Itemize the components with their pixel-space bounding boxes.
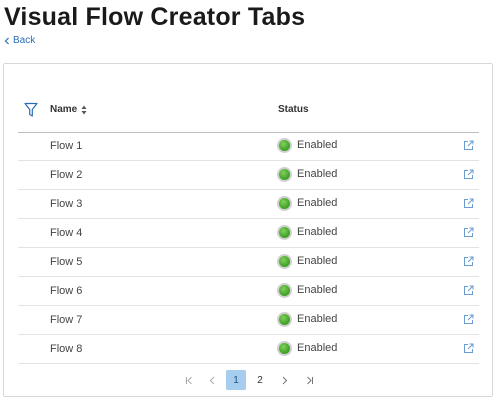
flow-name: Flow 3	[50, 198, 83, 210]
page-button-1[interactable]: 1	[226, 370, 246, 390]
open-external-icon[interactable]	[463, 285, 474, 296]
last-page-button[interactable]	[299, 370, 319, 390]
status-cell: Enabled	[277, 225, 337, 240]
status-indicator-icon	[277, 138, 292, 153]
status-indicator-icon	[277, 225, 292, 240]
status-label: Enabled	[297, 284, 338, 296]
open-external-icon[interactable]	[463, 314, 474, 325]
table-row[interactable]: Flow 8 Enabled	[18, 335, 479, 364]
status-indicator-icon	[277, 283, 292, 298]
status-cell: Enabled	[277, 312, 337, 327]
page-title: Visual Flow Creator Tabs	[4, 3, 306, 31]
back-link[interactable]: Back	[4, 35, 35, 47]
page-button-2[interactable]: 2	[250, 370, 270, 390]
pagination: 1 2	[4, 370, 492, 390]
status-indicator-icon	[277, 312, 292, 327]
table-row[interactable]: Flow 1 Enabled	[18, 132, 479, 161]
status-label: Enabled	[297, 197, 338, 209]
first-page-button[interactable]	[179, 370, 199, 390]
next-page-button[interactable]	[274, 370, 294, 390]
flow-name: Flow 7	[50, 314, 83, 326]
flow-name: Flow 8	[50, 343, 83, 355]
table-row[interactable]: Flow 2 Enabled	[18, 161, 479, 190]
first-page-icon	[185, 376, 192, 384]
table-row[interactable]: Flow 4 Enabled	[18, 219, 479, 248]
flow-name: Flow 1	[50, 140, 83, 152]
flows-table-panel: Name Status Flow 1 Enabled Flow 2 Enable…	[3, 63, 493, 397]
status-label: Enabled	[297, 255, 338, 267]
status-indicator-icon	[277, 254, 292, 269]
status-label: Enabled	[297, 313, 338, 325]
table-row[interactable]: Flow 3 Enabled	[18, 190, 479, 219]
table-row[interactable]: Flow 7 Enabled	[18, 306, 479, 335]
status-cell: Enabled	[277, 167, 337, 182]
table-header: Name Status	[18, 90, 479, 133]
status-label: Enabled	[297, 139, 338, 151]
status-cell: Enabled	[277, 138, 337, 153]
status-cell: Enabled	[277, 254, 337, 269]
open-external-icon[interactable]	[463, 169, 474, 180]
flow-name: Flow 2	[50, 169, 83, 181]
status-cell: Enabled	[277, 196, 337, 211]
prev-page-button[interactable]	[202, 370, 222, 390]
prev-page-icon	[209, 376, 214, 384]
status-label: Enabled	[297, 226, 338, 238]
open-external-icon[interactable]	[463, 227, 474, 238]
chevron-left-icon	[4, 37, 9, 45]
page: Visual Flow Creator Tabs Back Name Statu…	[0, 0, 498, 401]
open-external-icon[interactable]	[463, 256, 474, 267]
column-header-name[interactable]: Name	[50, 104, 87, 116]
open-external-icon[interactable]	[463, 343, 474, 354]
last-page-icon	[306, 376, 313, 384]
status-cell: Enabled	[277, 341, 337, 356]
sort-icon	[81, 105, 87, 115]
status-indicator-icon	[277, 341, 292, 356]
status-label: Enabled	[297, 342, 338, 354]
column-header-name-label: Name	[50, 104, 78, 115]
flow-name: Flow 5	[50, 256, 83, 268]
flow-name: Flow 6	[50, 285, 83, 297]
open-external-icon[interactable]	[463, 198, 474, 209]
table-body: Flow 1 Enabled Flow 2 Enabled Flow 3 Ena…	[18, 132, 479, 364]
status-label: Enabled	[297, 168, 338, 180]
status-indicator-icon	[277, 167, 292, 182]
filter-icon[interactable]	[24, 102, 38, 118]
back-label: Back	[13, 35, 36, 46]
flow-name: Flow 4	[50, 227, 83, 239]
table-row[interactable]: Flow 5 Enabled	[18, 248, 479, 277]
status-cell: Enabled	[277, 283, 337, 298]
open-external-icon[interactable]	[463, 140, 474, 151]
status-indicator-icon	[277, 196, 292, 211]
next-page-icon	[282, 376, 287, 384]
column-header-status: Status	[278, 104, 309, 115]
table-row[interactable]: Flow 6 Enabled	[18, 277, 479, 306]
